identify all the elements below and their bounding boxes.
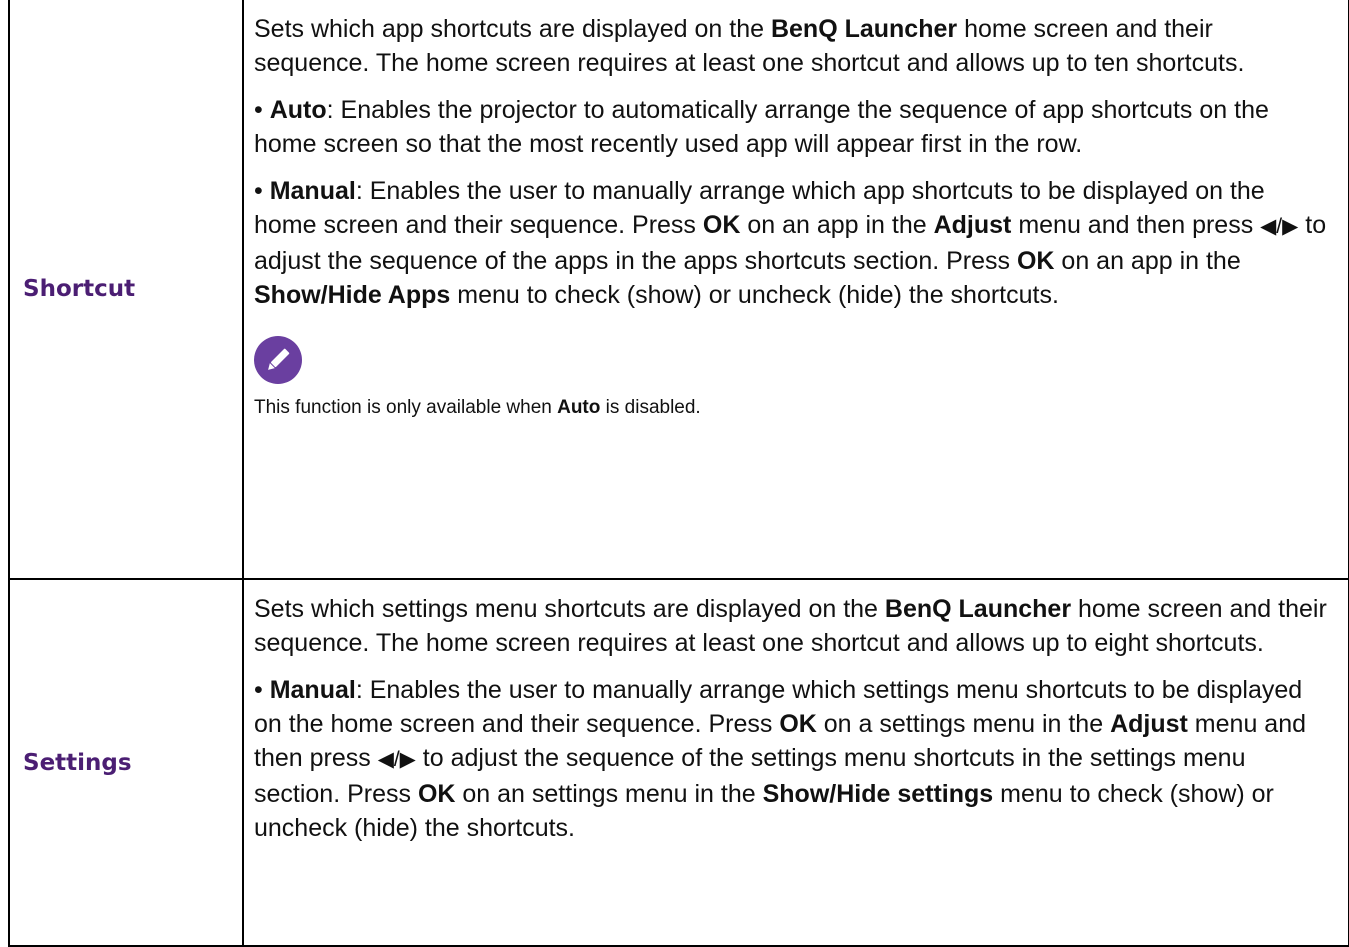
description-cell: Sets which settings menu shortcuts are d… <box>242 578 1349 947</box>
manual-term: Manual <box>269 177 356 205</box>
auto-term: Auto <box>269 96 327 124</box>
intro-paragraph: Sets which settings menu shortcuts are d… <box>254 595 1327 657</box>
manual-bullet: • Manual: Enables the user to manually a… <box>254 177 1327 309</box>
row-label-shortcut: Shortcut <box>23 276 136 302</box>
table-row-settings: Settings Sets which settings menu shortc… <box>8 578 1349 947</box>
settings-table: Shortcut Sets which app shortcuts are di… <box>8 0 1349 947</box>
row-label-settings: Settings <box>23 749 132 776</box>
manual-bullet: • Manual: Enables the user to manually a… <box>254 676 1306 842</box>
note-text: This function is only available when Aut… <box>254 397 701 418</box>
description-cell: Sets which app shortcuts are displayed o… <box>242 0 1349 580</box>
label-cell: Settings <box>8 578 244 947</box>
pencil-note-icon <box>254 336 302 384</box>
left-right-arrows-icon: ◀/▶ <box>377 748 416 771</box>
auto-bullet: • Auto: Enables the projector to automat… <box>254 96 1269 158</box>
table-row-shortcut: Shortcut Sets which app shortcuts are di… <box>8 0 1349 580</box>
left-right-arrows-icon: ◀/▶ <box>1260 215 1299 238</box>
label-cell: Shortcut <box>8 0 244 580</box>
intro-paragraph: Sets which app shortcuts are displayed o… <box>254 15 1245 77</box>
manual-term: Manual <box>269 676 356 704</box>
